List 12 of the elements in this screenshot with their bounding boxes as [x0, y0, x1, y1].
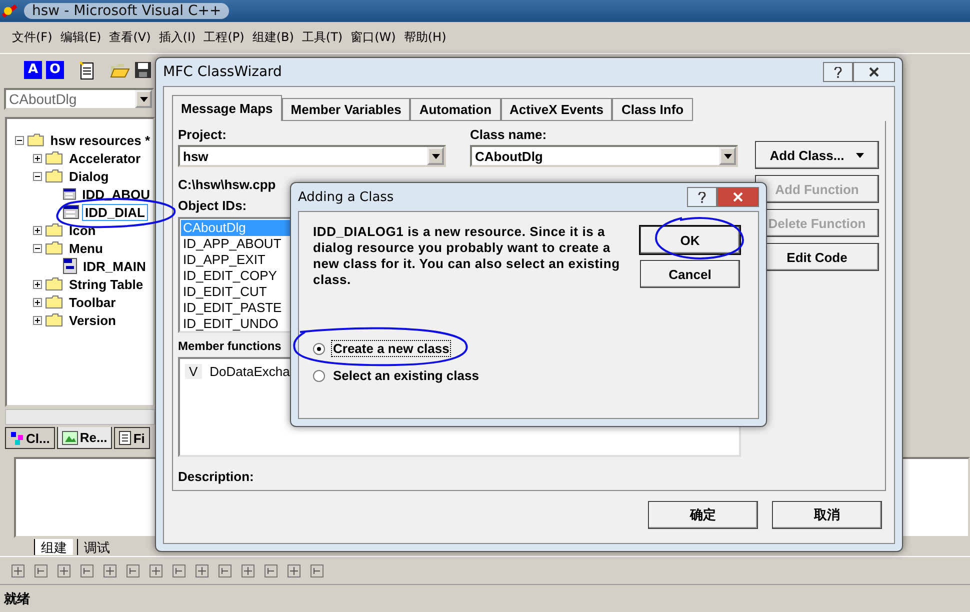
dialog-title: Adding a Class: [298, 190, 394, 204]
field-label: Description:: [178, 469, 254, 484]
message-text: IDD_DIALOG1 is a new resource. Since it is a dialog resource you probably want to create a new class for it. You can also select an existing class.: [313, 224, 621, 288]
status-text: 就绪: [4, 590, 30, 608]
field-label: Member functions: [178, 339, 282, 353]
field-label: Class name:: [470, 127, 547, 142]
window-title: hsw - Microsoft Visual C++: [24, 2, 230, 19]
dialog-title: MFC ClassWizard: [163, 64, 282, 80]
function-type: V: [185, 364, 202, 379]
field-label: Project:: [178, 127, 226, 142]
field-label: Object IDs:: [178, 198, 247, 213]
file-path: C:\hsw\hsw.cpp: [178, 177, 276, 192]
